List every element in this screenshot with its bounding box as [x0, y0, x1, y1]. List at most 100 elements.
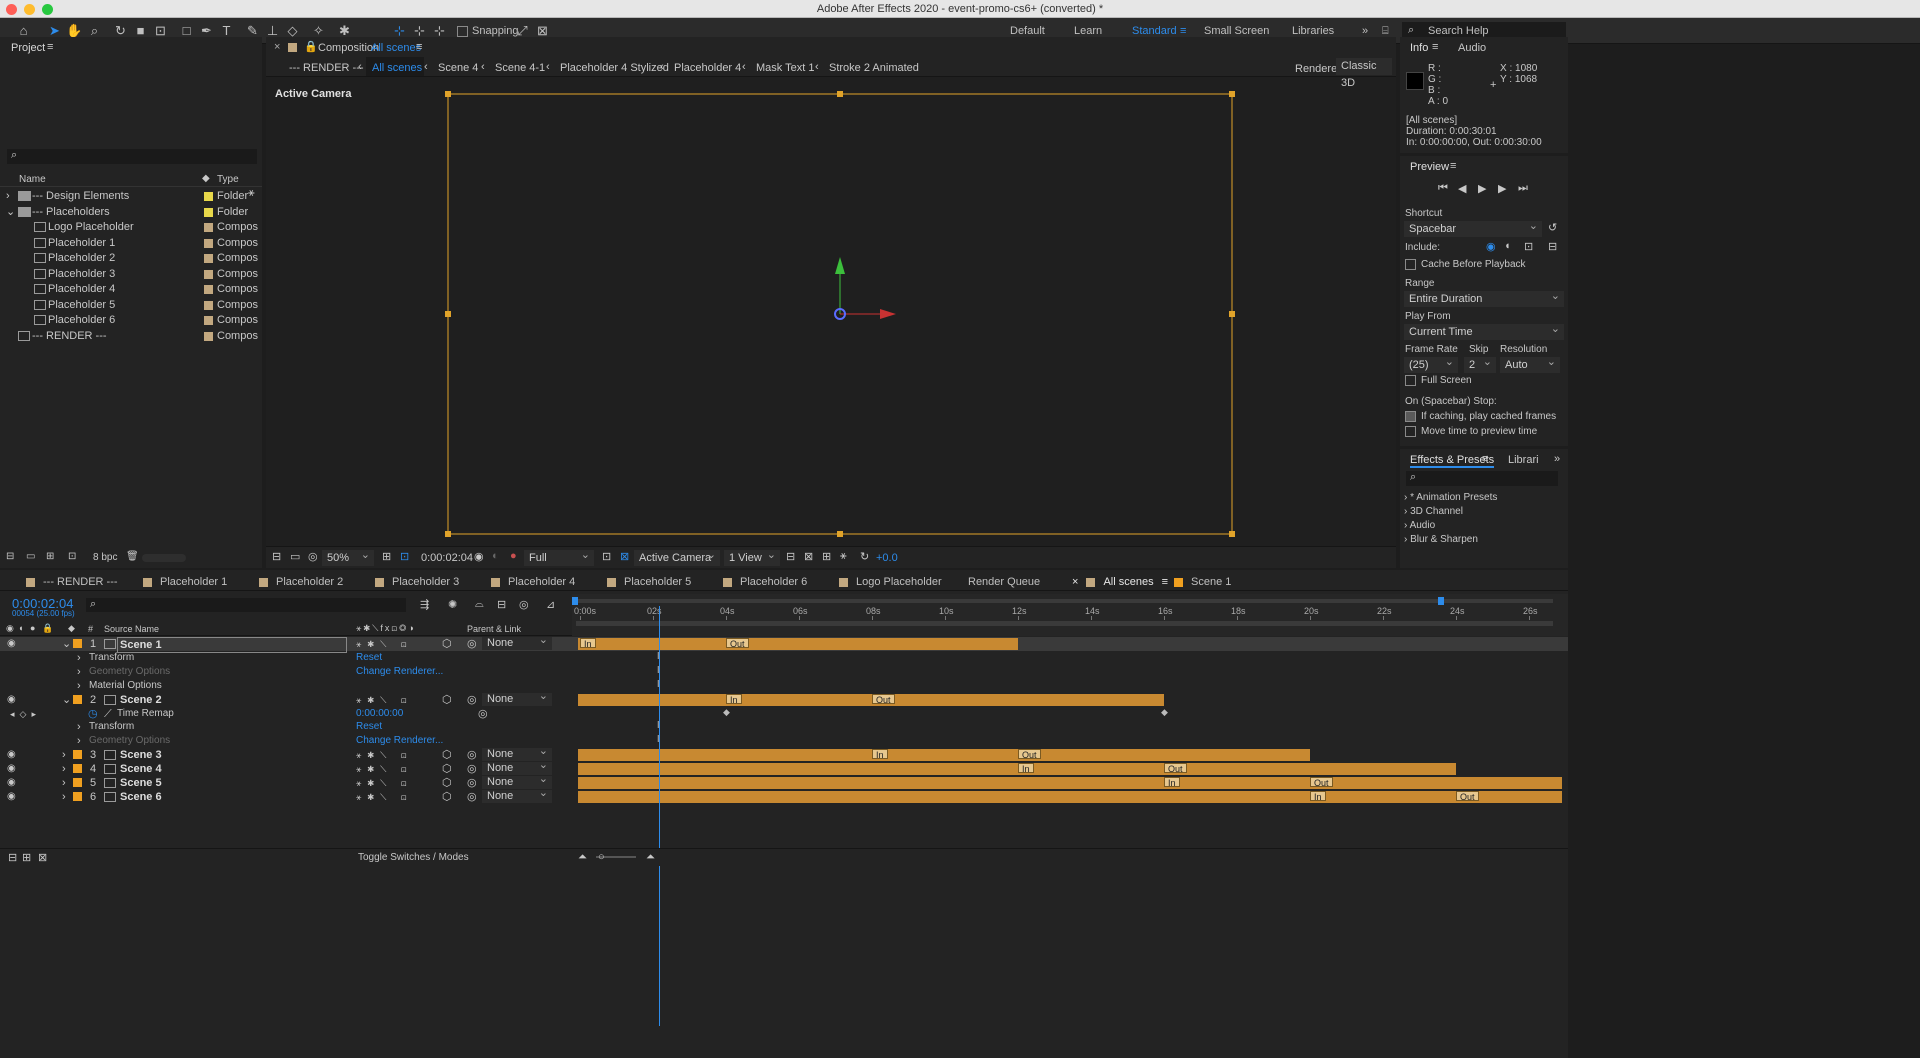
column-type[interactable]: Type: [217, 174, 239, 185]
chevron-down-icon[interactable]: ⌄: [62, 637, 71, 651]
first-frame-icon[interactable]: ⏮: [1438, 182, 1448, 195]
snapshot-icon[interactable]: ◉: [474, 550, 484, 563]
current-time-indicator[interactable]: [658, 606, 660, 1026]
zoom-in-icon[interactable]: ⏶: [646, 851, 655, 864]
transfer-controls-icon[interactable]: ⊞: [22, 851, 31, 864]
keyframe-icon[interactable]: ◆: [1161, 707, 1168, 718]
bpc-button[interactable]: 8 bpc: [93, 552, 117, 563]
3d-layer-icon[interactable]: ⬡: [442, 762, 452, 776]
workspace-standard[interactable]: Standard: [1132, 25, 1177, 37]
breadcrumb-scene-4-1[interactable]: Scene 4-1: [495, 62, 545, 74]
composition-menu-icon[interactable]: ≡: [416, 41, 422, 53]
hide-shy-layers-icon[interactable]: ⌓: [475, 598, 484, 611]
out-marker[interactable]: Out: [1310, 777, 1333, 788]
reset-exposure-icon[interactable]: ↻: [860, 550, 869, 563]
property-action-link[interactable]: Reset: [356, 720, 382, 734]
snapping-checkbox[interactable]: [457, 26, 468, 37]
3d-layer-icon[interactable]: ⬡: [442, 748, 452, 762]
renderer-value[interactable]: Classic 3D: [1336, 58, 1392, 89]
layer-label-swatch[interactable]: [73, 639, 82, 648]
full-screen-checkbox[interactable]: [1405, 375, 1416, 386]
include-video-icon[interactable]: ◉: [1486, 240, 1496, 253]
project-menu-icon[interactable]: ≡: [47, 41, 53, 53]
navigator-bar[interactable]: [576, 621, 1553, 626]
timeline-tab[interactable]: Placeholder 5: [607, 576, 691, 588]
skip-dropdown[interactable]: 2: [1464, 354, 1496, 373]
project-search-input[interactable]: ⌕: [7, 149, 257, 164]
chevron-right-icon[interactable]: ›: [77, 679, 81, 693]
draft-3d-icon[interactable]: ⊠: [804, 550, 813, 563]
timeline-tab[interactable]: --- RENDER ---: [26, 576, 118, 588]
close-tab-icon[interactable]: ×: [274, 41, 280, 53]
frame-blending-icon[interactable]: ⊟: [497, 598, 506, 611]
layer-name[interactable]: Scene 4: [120, 762, 162, 776]
cache-before-playback-checkbox[interactable]: [1405, 259, 1416, 270]
help-search-input[interactable]: Search Help: [1428, 25, 1489, 37]
toggle-switches-modes-button[interactable]: Toggle Switches / Modes: [358, 852, 469, 863]
color-channels-icon[interactable]: ●: [510, 550, 517, 562]
monitor-icon[interactable]: ▭: [290, 550, 300, 563]
3d-ground-plane-icon[interactable]: ⊞: [822, 550, 831, 563]
effects-category[interactable]: › 3D Channel: [1404, 505, 1554, 519]
workspace-default[interactable]: Default: [1010, 25, 1045, 37]
layer-duration-bar[interactable]: [578, 790, 1562, 803]
graph-editor-icon[interactable]: ⊿: [546, 598, 555, 611]
eye-icon[interactable]: ◉: [7, 790, 16, 804]
layer-switches-icon[interactable]: ⚹✱⟍ ⊡: [356, 637, 413, 651]
panel-overflow-icon[interactable]: »: [1554, 453, 1560, 465]
effects-search-input[interactable]: ⌕: [1406, 471, 1558, 486]
current-time-display[interactable]: 0:00:02:04: [421, 552, 473, 564]
comp-viewer[interactable]: [266, 77, 1396, 547]
stopwatch-icon[interactable]: ◷: [88, 707, 98, 721]
eye-icon[interactable]: ◉: [7, 762, 16, 776]
chevron-right-icon[interactable]: ›: [62, 762, 66, 776]
in-marker[interactable]: In: [1164, 777, 1180, 788]
column-source-name[interactable]: Source Name: [104, 624, 159, 634]
shortcut-dropdown[interactable]: Spacebar: [1404, 218, 1542, 237]
3d-layer-icon[interactable]: ⬡: [442, 693, 452, 707]
last-frame-icon[interactable]: ⏭: [1518, 182, 1528, 195]
if-caching-checkbox[interactable]: [1405, 411, 1416, 422]
fast-previews-icon[interactable]: ⊡: [602, 550, 611, 563]
timeline-tab[interactable]: Placeholder 2: [259, 576, 343, 588]
layer-name[interactable]: Scene 6: [120, 790, 162, 804]
effects-category[interactable]: › Audio: [1404, 519, 1554, 533]
transparency-grid-icon[interactable]: ⊠: [620, 550, 629, 563]
camera-view-dropdown[interactable]: Active Camera: [634, 547, 720, 566]
vr-icon[interactable]: ◎: [308, 550, 318, 563]
chevron-down-icon[interactable]: ⌄: [62, 693, 71, 707]
3d-layer-icon[interactable]: ⬡: [442, 776, 452, 790]
include-external-icon[interactable]: ⊟: [1548, 240, 1557, 253]
layer-duration-bar[interactable]: [578, 693, 1164, 706]
workspace-libraries[interactable]: Libraries: [1292, 25, 1334, 37]
timeline-tab[interactable]: Logo Placeholder: [839, 576, 942, 588]
include-audio-icon[interactable]: ◖: [1504, 240, 1511, 252]
timeline-search-input[interactable]: ⌕: [86, 598, 406, 612]
pickwhip-icon[interactable]: ◎: [467, 693, 477, 707]
layer-switches-icon[interactable]: ⚹✱⟍ ⊡: [356, 790, 413, 804]
magnification-dropdown[interactable]: 50%: [322, 547, 374, 566]
timeline-tab[interactable]: Placeholder 4: [491, 576, 575, 588]
column-name[interactable]: Name: [19, 174, 46, 185]
in-out-icon[interactable]: ⊠: [38, 851, 47, 864]
time-ruler[interactable]: 0:00s 02s 04s 06s 08s 10s 12s 14s 16s 18s 20s 22s 24…: [572, 594, 1568, 636]
preview-menu-icon[interactable]: ≡: [1450, 160, 1456, 172]
pickwhip-icon[interactable]: ◎: [467, 776, 477, 790]
next-frame-icon[interactable]: ▶: [1498, 182, 1506, 195]
out-marker[interactable]: Out: [872, 693, 895, 705]
timeline-tab[interactable]: Placeholder 3: [375, 576, 459, 588]
time-remap-value[interactable]: 0:00:00:00: [356, 707, 403, 721]
layer-duration-bar[interactable]: [578, 777, 1562, 789]
chevron-right-icon[interactable]: ›: [77, 665, 81, 679]
work-area-start-handle[interactable]: [572, 597, 578, 605]
tab-menu-icon[interactable]: ≡: [1162, 576, 1168, 588]
layer-label-swatch[interactable]: [73, 778, 82, 787]
info-menu-icon[interactable]: ≡: [1432, 41, 1438, 53]
workspace-menu-icon[interactable]: ≡: [1180, 25, 1186, 37]
new-comp-icon[interactable]: ⊞: [46, 551, 54, 562]
grid-icon[interactable]: ⊞: [382, 550, 391, 563]
interpret-footage-icon[interactable]: ⊟: [6, 551, 14, 562]
show-snapshot-icon[interactable]: ◐: [492, 550, 499, 562]
reset-icon[interactable]: ↺: [1548, 221, 1557, 234]
range-dropdown[interactable]: Entire Duration: [1404, 288, 1564, 307]
